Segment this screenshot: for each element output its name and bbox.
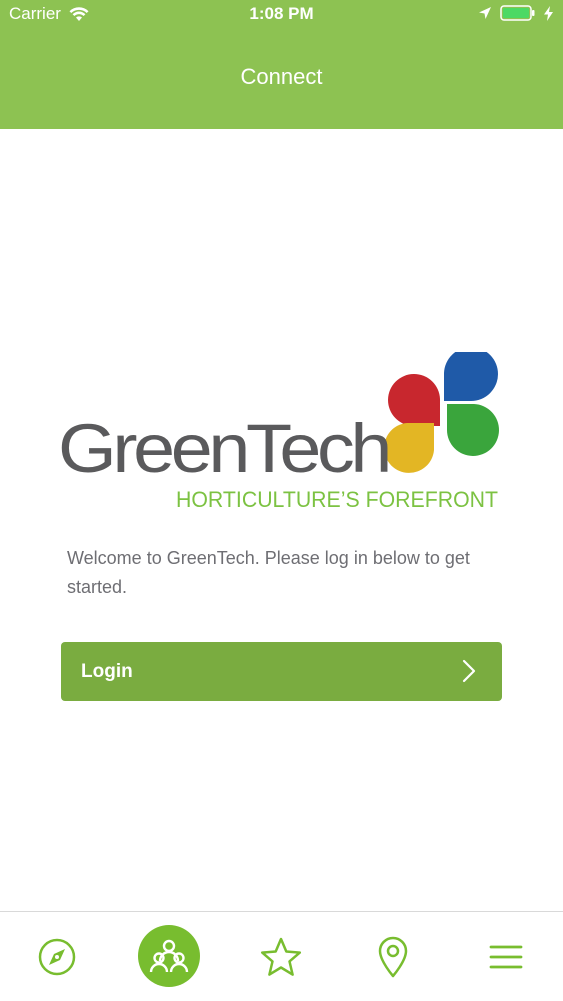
logo-petals	[384, 352, 499, 473]
logo-petal-yellow	[384, 423, 434, 473]
compass-icon	[38, 938, 76, 975]
status-bar: Carrier 1:08 PM	[0, 0, 563, 30]
battery-icon	[500, 5, 535, 21]
tab-connect[interactable]	[124, 912, 214, 1001]
login-button[interactable]: Login	[61, 642, 502, 701]
logo-petal-green	[447, 404, 499, 456]
star-icon	[260, 937, 302, 976]
top-bar: Carrier 1:08 PM Connect	[0, 0, 563, 129]
location-arrow-icon	[479, 7, 491, 19]
map-pin-icon	[378, 936, 408, 977]
charging-bolt-icon	[544, 5, 553, 21]
status-right	[478, 5, 553, 21]
tab-favorites[interactable]	[236, 912, 326, 1001]
tab-menu[interactable]	[461, 912, 551, 1001]
logo-petal-blue	[444, 352, 498, 401]
tab-bar	[0, 911, 563, 1001]
tab-connect-active-circle	[138, 924, 200, 987]
greentech-logo: GreenTech HORTICULTURE’S FOREFRONT	[58, 352, 499, 512]
login-label: Login	[81, 661, 133, 682]
logo-wordmark: GreenTech	[58, 410, 388, 487]
page-title: Connect	[240, 64, 323, 89]
logo-tagline: HORTICULTURE’S FOREFRONT	[176, 487, 498, 512]
logo-petal-red	[388, 374, 440, 426]
menu-icon	[489, 945, 523, 968]
welcome-text: Welcome to GreenTech. Please log in belo…	[67, 548, 470, 597]
chevron-right-icon	[462, 659, 476, 683]
tab-explore[interactable]	[12, 912, 102, 1001]
people-icon	[149, 939, 189, 972]
tab-map[interactable]	[348, 912, 438, 1001]
